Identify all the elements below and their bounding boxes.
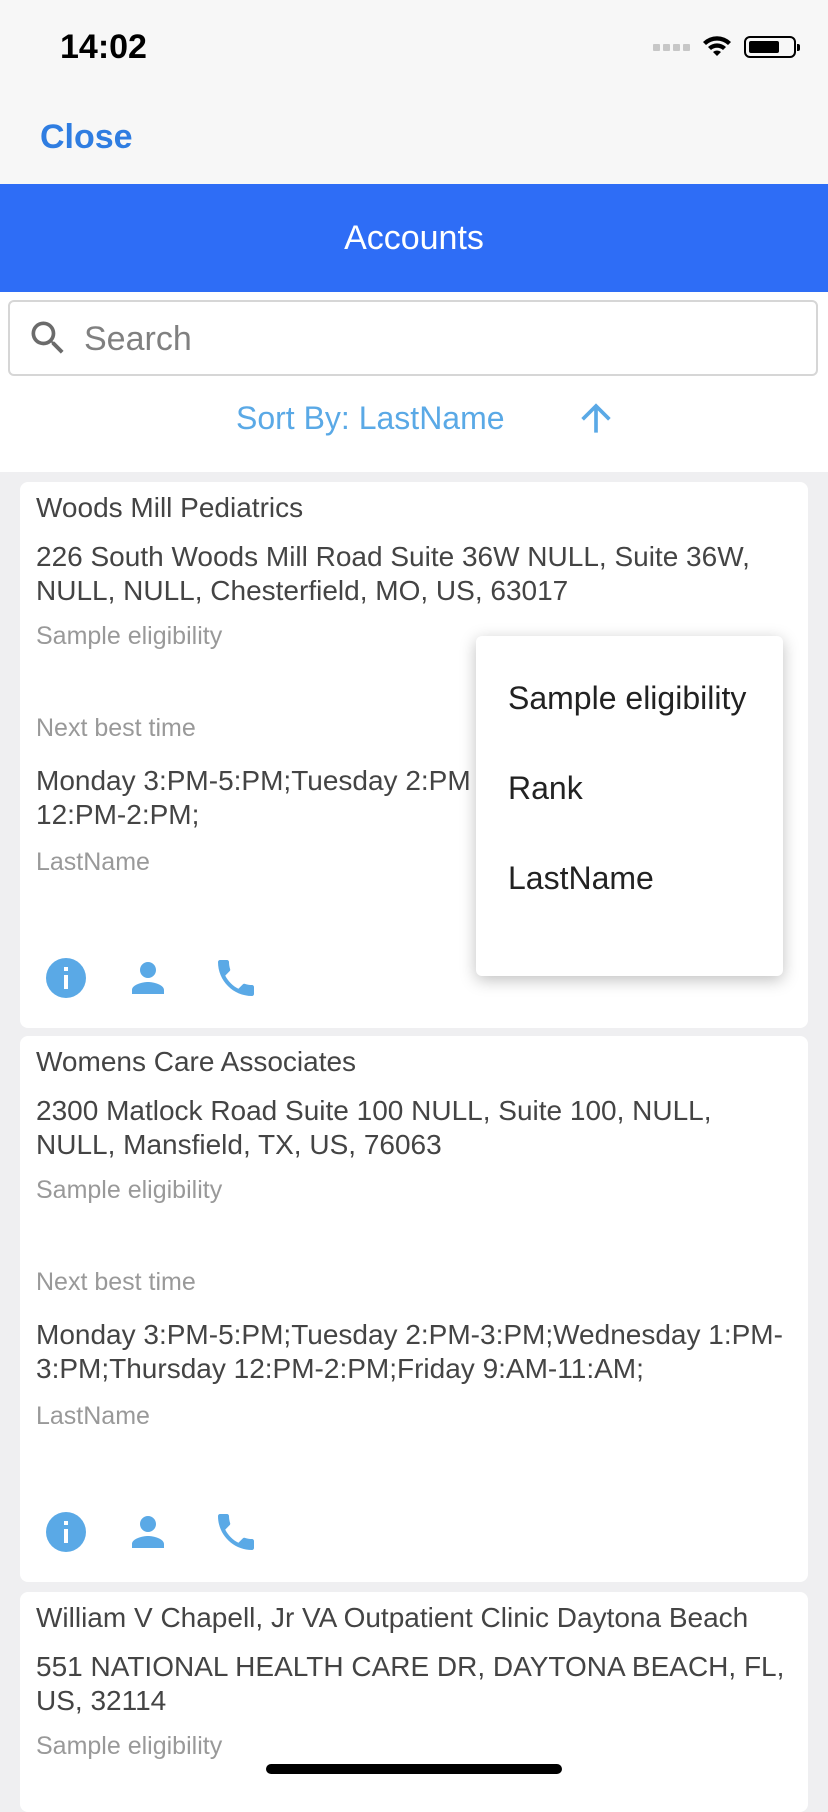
- account-name: Womens Care Associates: [36, 1046, 357, 1077]
- sort-option-sample-eligibility[interactable]: Sample eligibility: [508, 680, 746, 717]
- account-address: 226 South Woods Mill Road Suite 36W NULL…: [36, 541, 750, 606]
- sample-eligibility-label: Sample eligibility: [36, 622, 223, 650]
- search-area: Sort By: LastName: [0, 292, 828, 472]
- account-card[interactable]: Womens Care Associates 2300 Matlock Road…: [20, 1036, 808, 1582]
- person-icon[interactable]: [124, 1508, 172, 1556]
- search-input[interactable]: [82, 310, 786, 368]
- sort-row: Sort By: LastName: [0, 392, 828, 448]
- header-bar: Accounts: [0, 184, 828, 292]
- account-name: Woods Mill Pediatrics: [36, 492, 304, 523]
- info-icon[interactable]: [42, 1508, 90, 1556]
- wifi-icon: [703, 36, 731, 56]
- status-icons: [653, 36, 800, 58]
- sample-eligibility-label: Sample eligibility: [36, 1176, 223, 1204]
- account-card[interactable]: William V Chapell, Jr VA Outpatient Clin…: [20, 1592, 808, 1812]
- status-time: 14:02: [60, 28, 147, 66]
- sort-by-button[interactable]: Sort By: LastName: [236, 400, 505, 437]
- account-address: 551 NATIONAL HEALTH CARE DR, DAYTONA BEA…: [36, 1651, 785, 1716]
- next-best-time-label: Next best time: [36, 1268, 196, 1296]
- phone-icon[interactable]: [212, 954, 260, 1002]
- account-name: William V Chapell, Jr VA Outpatient Clin…: [36, 1602, 749, 1633]
- nav-bar: Close: [0, 100, 828, 185]
- home-indicator[interactable]: [266, 1764, 562, 1774]
- close-button[interactable]: Close: [40, 118, 133, 157]
- account-address: 2300 Matlock Road Suite 100 NULL, Suite …: [36, 1095, 712, 1160]
- phone-icon[interactable]: [212, 1508, 260, 1556]
- sort-option-rank[interactable]: Rank: [508, 770, 583, 807]
- page-title: Accounts: [344, 218, 484, 257]
- lastname-label: LastName: [36, 1402, 150, 1430]
- info-icon[interactable]: [42, 954, 90, 1002]
- person-icon[interactable]: [124, 954, 172, 1002]
- search-box[interactable]: [8, 300, 818, 376]
- sample-eligibility-label: Sample eligibility: [36, 1732, 223, 1760]
- next-best-time-value: Monday 3:PM-5:PM;Tuesday 2:PM-3:PM;Wedne…: [36, 1319, 783, 1384]
- arrow-up-icon[interactable]: [574, 396, 618, 440]
- sort-dropdown-menu: Sample eligibility Rank LastName: [476, 636, 783, 976]
- lastname-label: LastName: [36, 848, 150, 876]
- battery-icon: [744, 36, 800, 58]
- search-icon: [31, 321, 64, 354]
- sort-option-lastname[interactable]: LastName: [508, 860, 654, 897]
- next-best-time-label: Next best time: [36, 714, 196, 742]
- status-bar: 14:02: [0, 0, 828, 100]
- signal-icon: [653, 43, 690, 51]
